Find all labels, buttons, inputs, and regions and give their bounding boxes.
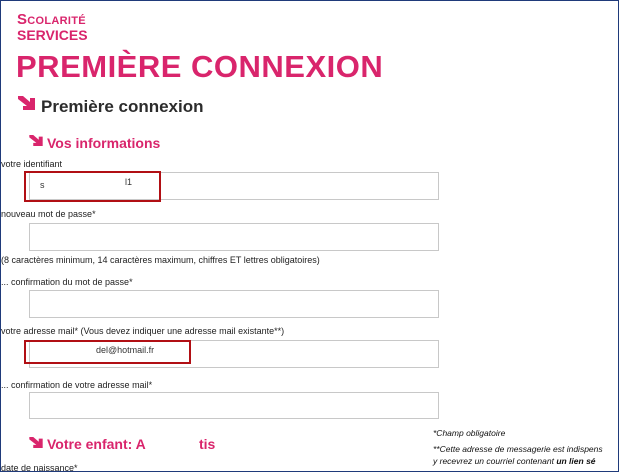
email-confirm-input[interactable] [29,392,439,419]
password-confirm-label: ... confirmation du mot de passe* [1,277,133,287]
brand-logo-line2: SERVICES [17,27,88,43]
brand-logo-line1: Scolarité [17,11,86,28]
password-label: nouveau mot de passe* [1,209,96,219]
password-hint: (8 caractères minimum, 14 caractères max… [1,255,320,265]
email-note-line2-bold: un lien sé [556,456,596,466]
page-title: PREMIÈRE CONNEXION [16,49,384,84]
arrow-down-right-icon [29,135,43,146]
highlight-box [24,171,161,202]
email-label: votre adresse mail* (Vous devez indiquer… [1,326,285,336]
email-note-line2-start: y recevrez un courriel contenant [433,456,557,466]
page-frame: Scolarité SERVICES PREMIÈRE CONNEXION Pr… [0,0,619,472]
arrow-down-right-icon [18,96,35,110]
identifiant-label: votre identifiant [1,159,63,169]
email-note-line2: y recevrez un courriel contenant un lien… [433,456,596,466]
section-title: Première connexion [41,97,204,116]
subsection-votre-enfant: Votre enfant: A [47,436,146,452]
password-confirm-input[interactable] [29,290,439,318]
email-confirm-label: ... confirmation de votre adresse mail* [1,380,153,390]
email-note-line1: **Cette adresse de messagerie est indisp… [433,444,603,454]
highlight-box [24,340,191,364]
subsection-votre-enfant-tail: tis [199,436,216,452]
subsection-vos-informations: Vos informations [47,135,161,151]
required-note: *Champ obligatoire [433,428,506,438]
birth-date-label: date de naissance* [1,463,78,472]
password-input[interactable] [29,223,439,251]
arrow-down-right-icon [29,437,43,448]
